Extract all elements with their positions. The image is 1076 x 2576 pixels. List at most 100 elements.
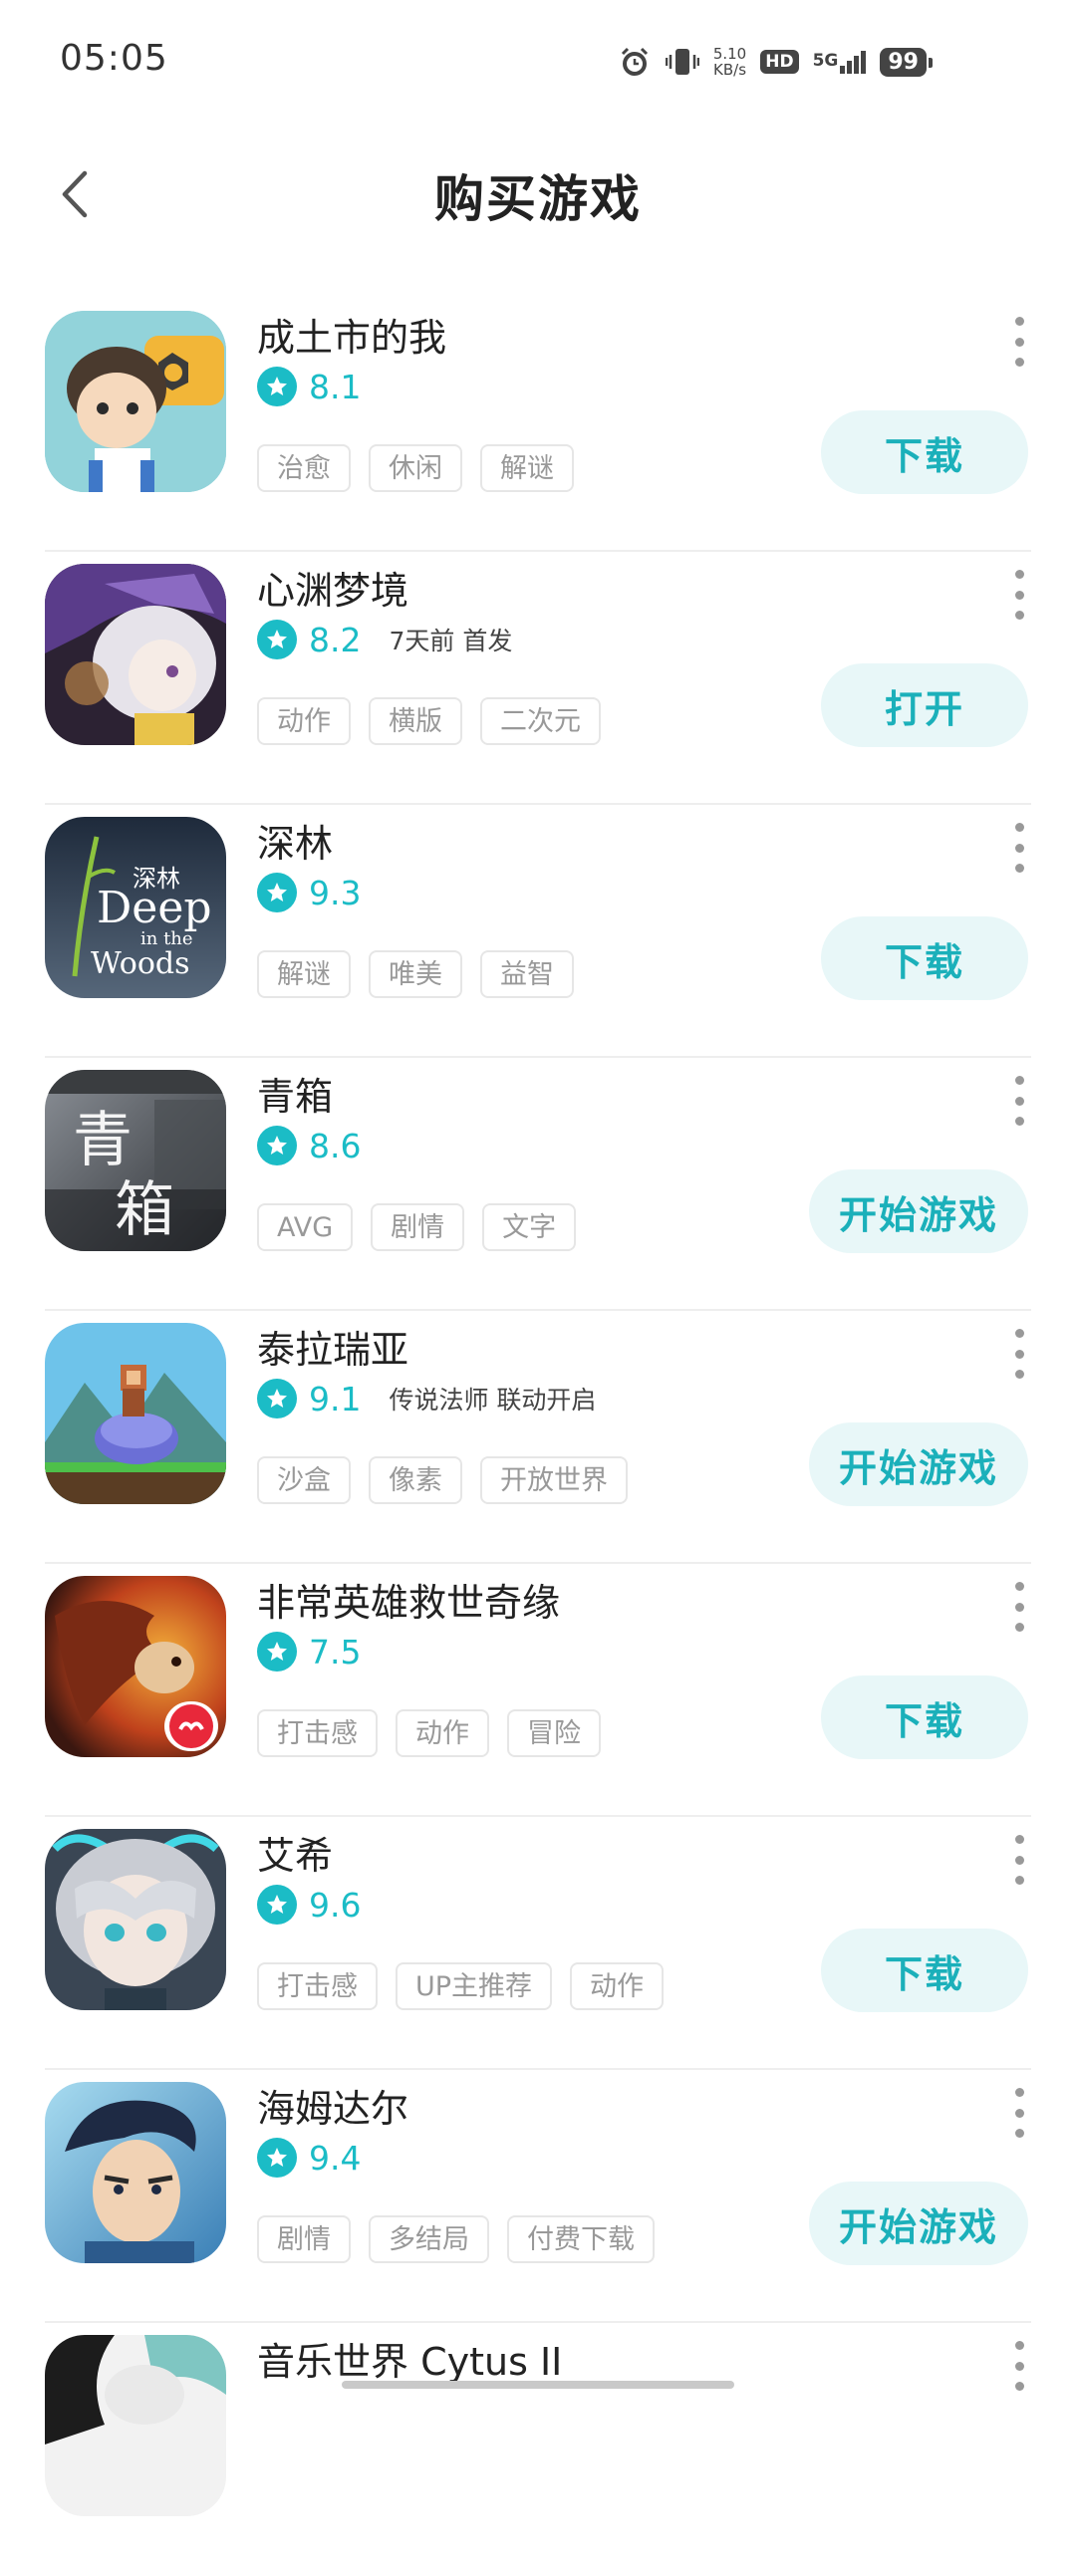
- tag[interactable]: 横版: [369, 697, 462, 745]
- game-icon[interactable]: [45, 2335, 226, 2516]
- game-row[interactable]: 心渊梦境 8.2 7天前 首发 动作 横版 二次元 打开: [0, 552, 1076, 805]
- rating: 9.3: [257, 873, 361, 912]
- game-icon-text: 青 箱: [73, 1106, 174, 1245]
- open-button[interactable]: 打开: [821, 663, 1028, 747]
- tag[interactable]: 付费下载: [507, 2215, 655, 2263]
- more-options-icon[interactable]: [1012, 570, 1026, 620]
- tag[interactable]: 冒险: [507, 1709, 601, 1757]
- game-icon[interactable]: [45, 1829, 226, 2010]
- tag[interactable]: 开放世界: [480, 1456, 628, 1504]
- home-indicator[interactable]: [342, 2381, 734, 2389]
- tag[interactable]: 解谜: [257, 950, 351, 998]
- tag-list: AVG 剧情 文字: [257, 1203, 577, 1251]
- tag[interactable]: 像素: [369, 1456, 462, 1504]
- more-options-icon[interactable]: [1012, 2088, 1026, 2138]
- tag[interactable]: 二次元: [480, 697, 601, 745]
- rating: 8.6: [257, 1126, 361, 1165]
- tag[interactable]: 文字: [482, 1203, 577, 1251]
- game-name[interactable]: 音乐世界 Cytus II: [257, 2331, 562, 2386]
- game-icon[interactable]: [45, 1576, 226, 1757]
- tag[interactable]: 解谜: [480, 444, 574, 492]
- more-options-icon[interactable]: [1012, 1329, 1026, 1379]
- star-icon: [257, 873, 297, 912]
- game-row[interactable]: 非常英雄救世奇缘 7.5 打击感 动作 冒险 下载: [0, 1564, 1076, 1817]
- star-icon: [257, 1126, 297, 1165]
- tag[interactable]: UP主推荐: [396, 1962, 553, 2010]
- more-options-icon[interactable]: [1012, 1835, 1026, 1885]
- release-note: 7天前 首发: [389, 627, 513, 655]
- game-icon[interactable]: [45, 2082, 226, 2263]
- tag[interactable]: 剧情: [371, 1203, 465, 1251]
- tag[interactable]: 唯美: [369, 950, 462, 998]
- game-name[interactable]: 青箱: [257, 1066, 333, 1121]
- tag[interactable]: 多结局: [369, 2215, 489, 2263]
- star-icon: [257, 620, 297, 659]
- rating: 7.5: [257, 1632, 361, 1672]
- game-row[interactable]: 泰拉瑞亚 9.1 传说法师 联动开启 沙盒 像素 开放世界 开始游戏: [0, 1311, 1076, 1564]
- page-title: 购买游戏: [434, 170, 642, 228]
- tag[interactable]: 打击感: [257, 1709, 378, 1757]
- more-options-icon[interactable]: [1012, 1582, 1026, 1632]
- tag-list: 打击感 UP主推荐 动作: [257, 1962, 665, 2010]
- game-row[interactable]: 艾希 9.6 打击感 UP主推荐 动作 下载: [0, 1817, 1076, 2070]
- tag[interactable]: 动作: [570, 1962, 665, 2010]
- tag[interactable]: 益智: [480, 950, 574, 998]
- start-game-button[interactable]: 开始游戏: [808, 1422, 1028, 1506]
- tag[interactable]: 沙盒: [257, 1456, 351, 1504]
- tag-list: 沙盒 像素 开放世界: [257, 1456, 628, 1504]
- star-icon: [257, 1632, 297, 1672]
- game-name[interactable]: 非常英雄救世奇缘: [257, 1572, 560, 1627]
- tag[interactable]: 动作: [257, 697, 351, 745]
- game-name[interactable]: 艾希: [257, 1825, 333, 1880]
- game-row[interactable]: 海姆达尔 9.4 剧情 多结局 付费下载 开始游戏: [0, 2070, 1076, 2323]
- tag[interactable]: 治愈: [257, 444, 351, 492]
- rating: 8.2 7天前 首发: [257, 620, 512, 659]
- net-speed-unit: KB/s: [713, 61, 747, 79]
- game-name[interactable]: 泰拉瑞亚: [257, 1319, 408, 1374]
- download-button[interactable]: 下载: [821, 1929, 1028, 2012]
- event-note: 传说法师 联动开启: [389, 1386, 597, 1415]
- more-options-icon[interactable]: [1012, 1076, 1026, 1126]
- rating: 8.1: [257, 367, 361, 406]
- game-icon[interactable]: 深林 Deep in the Woods: [45, 817, 226, 998]
- rating: 9.4: [257, 2138, 361, 2178]
- rating: 9.1 传说法师 联动开启: [257, 1379, 596, 1418]
- game-name[interactable]: 成土市的我: [257, 307, 446, 362]
- tag[interactable]: 休闲: [369, 444, 462, 492]
- tag[interactable]: 打击感: [257, 1962, 378, 2010]
- game-row[interactable]: 音乐世界 Cytus II: [0, 2323, 1076, 2576]
- tag-list: 剧情 多结局 付费下载: [257, 2215, 655, 2263]
- more-options-icon[interactable]: [1012, 823, 1026, 873]
- game-name[interactable]: 心渊梦境: [257, 560, 408, 615]
- tag[interactable]: 剧情: [257, 2215, 351, 2263]
- tag[interactable]: 动作: [396, 1709, 489, 1757]
- game-icon[interactable]: [45, 564, 226, 745]
- game-icon[interactable]: [45, 1323, 226, 1504]
- game-row[interactable]: 深林 Deep in the Woods 深林 9.3 解谜 唯美 益智 下载: [0, 805, 1076, 1058]
- game-icon[interactable]: [45, 311, 226, 492]
- game-row[interactable]: 青 箱 青箱 8.6 AVG 剧情 文字 开始游戏: [0, 1058, 1076, 1311]
- download-button[interactable]: 下载: [821, 916, 1028, 1000]
- download-button[interactable]: 下载: [821, 410, 1028, 494]
- game-icon[interactable]: 青 箱: [45, 1070, 226, 1251]
- rating-value: 9.4: [309, 2138, 362, 2178]
- game-name[interactable]: 海姆达尔: [257, 2078, 408, 2133]
- vibrate-icon: [665, 45, 699, 79]
- more-options-icon[interactable]: [1012, 317, 1026, 367]
- alarm-icon: [618, 45, 652, 79]
- star-icon: [257, 2138, 297, 2178]
- signal-icon: 5G: [813, 50, 867, 74]
- tag[interactable]: AVG: [257, 1203, 354, 1251]
- game-name[interactable]: 深林: [257, 813, 333, 868]
- game-row[interactable]: 成土市的我 8.1 治愈 休闲 解谜 下载: [0, 299, 1076, 552]
- status-time: 05:05: [60, 38, 168, 79]
- start-game-button[interactable]: 开始游戏: [808, 2182, 1028, 2265]
- rating-value: 9.1: [309, 1379, 362, 1418]
- page-header: 购买游戏: [0, 129, 1076, 259]
- more-options-icon[interactable]: [1012, 2341, 1026, 2391]
- start-game-button[interactable]: 开始游戏: [808, 1169, 1028, 1253]
- rating: 9.6: [257, 1885, 361, 1925]
- download-button[interactable]: 下载: [821, 1675, 1028, 1759]
- rating-value: 8.2: [309, 620, 362, 659]
- hd-badge: HD: [760, 50, 799, 74]
